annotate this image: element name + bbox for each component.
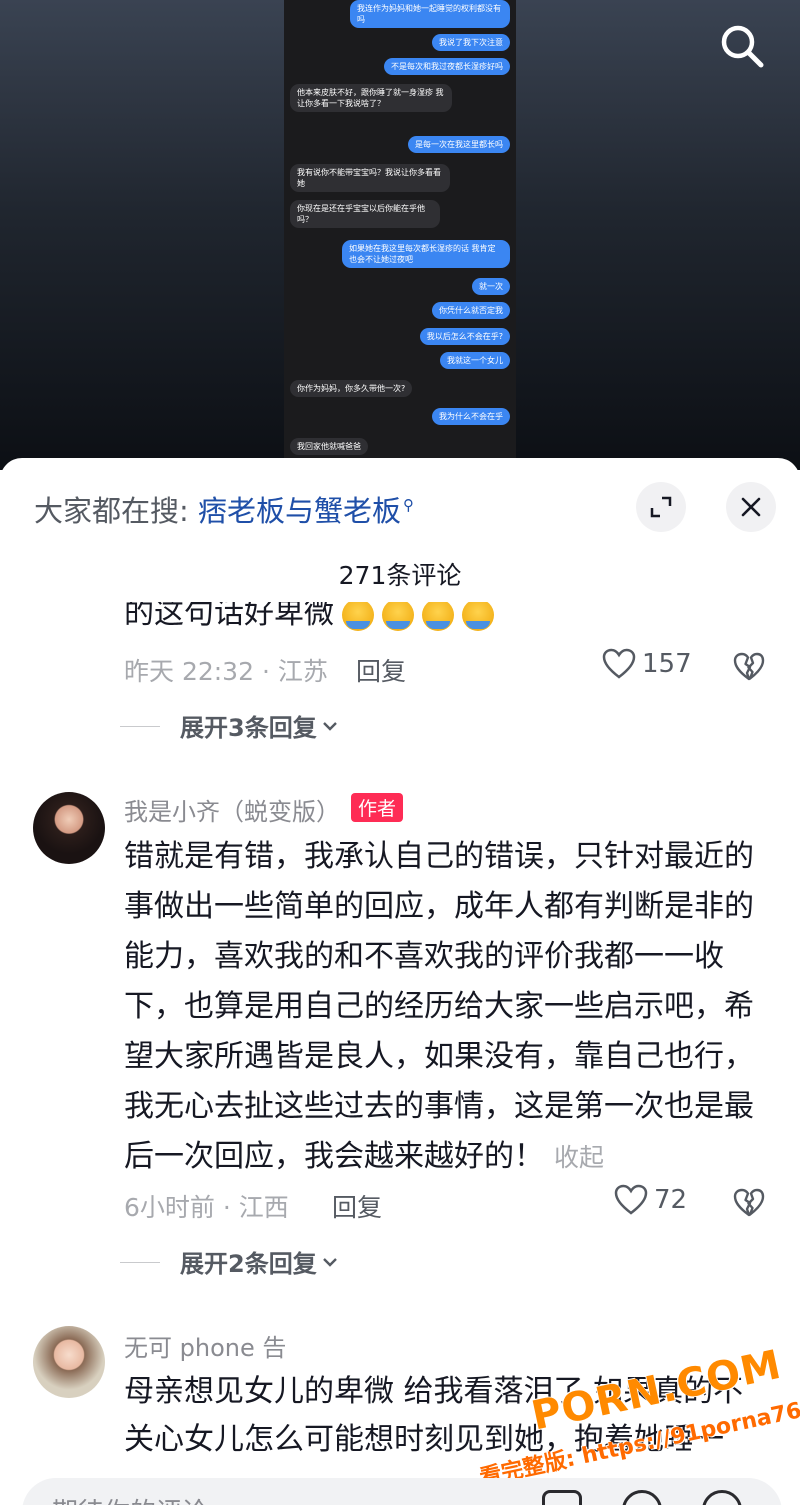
mini-search-icon: ⚲ bbox=[403, 496, 415, 515]
dislike-button[interactable] bbox=[733, 1188, 765, 1222]
chat-bubble: 我就这一个女儿 bbox=[440, 352, 510, 369]
broken-heart-icon bbox=[733, 1188, 765, 1217]
cry-laugh-emoji bbox=[422, 602, 454, 631]
cry-laugh-emoji bbox=[342, 602, 374, 631]
comment-input-bar[interactable]: 期待你的评论 bbox=[22, 1478, 782, 1505]
chat-bubble: 他本来皮肤不好，跟你睡了就一身湿疹 我让你多看一下我说啥了？ bbox=[290, 84, 452, 112]
like-count: 157 bbox=[642, 649, 692, 679]
image-icon[interactable] bbox=[542, 1490, 582, 1505]
chat-bubble: 我有说你不能带宝宝吗？我说让你多看看她 bbox=[290, 164, 450, 192]
close-icon bbox=[741, 497, 761, 517]
reply-button[interactable]: 回复 bbox=[332, 1188, 382, 1224]
chat-screenshot: 我连作为妈妈和她一起睡觉的权利都没有吗 我说了我下次注意 不是每次和我过夜都长湿… bbox=[284, 0, 516, 470]
at-icon[interactable] bbox=[622, 1490, 662, 1505]
hot-search-keyword[interactable]: 痞老板与蟹老板 bbox=[198, 494, 401, 528]
comment-count: 271条评论 bbox=[338, 561, 462, 590]
heart-icon bbox=[602, 648, 636, 679]
comment-input[interactable]: 期待你的评论 bbox=[52, 1492, 208, 1505]
chat-bubble: 不是每次和我过夜都长湿疹好吗 bbox=[384, 58, 510, 75]
expand-replies-button[interactable]: 展开2条回复 bbox=[120, 1244, 339, 1279]
expand-panel-button[interactable] bbox=[636, 482, 686, 532]
chat-bubble: 就一次 bbox=[472, 278, 510, 295]
cry-laugh-emoji bbox=[382, 602, 414, 631]
avatar[interactable] bbox=[33, 792, 105, 864]
like-button[interactable]: 72 bbox=[614, 1184, 687, 1216]
divider-line bbox=[120, 1261, 160, 1263]
avatar[interactable] bbox=[33, 1326, 105, 1398]
expand-icon bbox=[650, 496, 672, 518]
search-icon bbox=[721, 25, 764, 68]
hot-search-bar[interactable]: 大家都在搜: 痞老板与蟹老板 ⚲ bbox=[34, 488, 414, 530]
like-button[interactable]: 157 bbox=[602, 648, 692, 680]
author-badge: 作者 bbox=[351, 793, 404, 822]
comment-panel: 大家都在搜: 痞老板与蟹老板 ⚲ 271条评论 的这句话好卑微 昨天 22:32 … bbox=[0, 458, 800, 1505]
cry-laugh-emoji bbox=[462, 602, 494, 631]
comment-text: 错就是有错，我承认自己的错误，只针对最近的事做出一些简单的回应，成年人都有判断是… bbox=[124, 839, 754, 1174]
chat-bubble: 我说了我下次注意 bbox=[432, 34, 510, 51]
chat-bubble: 我为什么不会在乎 bbox=[432, 408, 510, 425]
chat-bubble: 是每一次在我这里都长吗 bbox=[408, 136, 510, 153]
chat-bubble: 如果她在我这里每次都长湿疹的话 我肯定也会不让她过夜吧 bbox=[342, 240, 510, 268]
chat-bubble: 你凭什么就否定我 bbox=[432, 302, 510, 319]
heart-icon bbox=[614, 1184, 648, 1215]
search-button[interactable] bbox=[716, 20, 768, 72]
divider-line bbox=[120, 725, 160, 727]
chat-bubble: 我连作为妈妈和她一起睡觉的权利都没有吗 bbox=[350, 0, 510, 28]
chevron-down-icon bbox=[322, 1257, 337, 1267]
expand-replies-label: 展开3条回复 bbox=[180, 714, 317, 742]
dislike-button[interactable] bbox=[733, 652, 765, 686]
like-count: 72 bbox=[654, 1185, 688, 1215]
comment-username[interactable]: 无可 phone 告 bbox=[124, 1328, 286, 1363]
collapse-button[interactable]: 收起 bbox=[554, 1143, 604, 1172]
chat-bubble: 我以后怎么不会在乎? bbox=[419, 328, 510, 345]
emoji-icon[interactable] bbox=[702, 1490, 742, 1505]
chat-bubble: 你现在是还在乎宝宝以后你能在乎他吗？ bbox=[290, 200, 440, 228]
comment-time-location: 6小时前 · 江西 bbox=[124, 1193, 289, 1222]
video-player[interactable]: 我连作为妈妈和她一起睡觉的权利都没有吗 我说了我下次注意 不是每次和我过夜都长湿… bbox=[0, 0, 800, 470]
comment-text-partial: 的这句话好卑微 bbox=[124, 602, 494, 638]
close-button[interactable] bbox=[726, 482, 776, 532]
chat-bubble: 我回家他就喊爸爸 bbox=[290, 438, 368, 455]
hot-search-prefix: 大家都在搜: bbox=[34, 494, 189, 528]
expand-replies-label: 展开2条回复 bbox=[180, 1250, 317, 1278]
expand-replies-button[interactable]: 展开3条回复 bbox=[120, 708, 339, 743]
chat-bubble: 你作为妈妈，你多久带他一次? bbox=[290, 380, 413, 397]
comment-username[interactable]: 我是小齐（蜕变版） bbox=[124, 792, 340, 827]
comment-time-location: 昨天 22:32 · 江苏 bbox=[124, 657, 328, 686]
chevron-down-icon bbox=[322, 721, 337, 731]
reply-button[interactable]: 回复 bbox=[356, 652, 406, 688]
broken-heart-icon bbox=[733, 652, 765, 681]
